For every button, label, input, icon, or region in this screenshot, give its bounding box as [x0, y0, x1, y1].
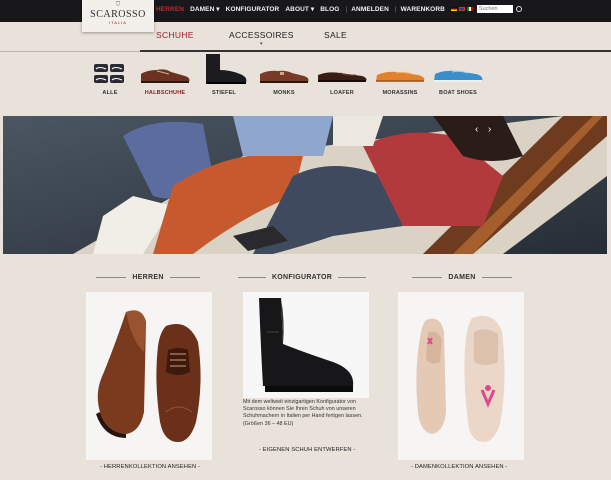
category-label: HALBSCHUHE — [144, 90, 186, 96]
topnav-konfigurator[interactable]: KONFIGURATOR — [226, 6, 280, 13]
category-label: BOAT SHOES — [439, 90, 477, 96]
category-boat-shoes[interactable]: BOAT SHOES — [428, 60, 488, 96]
top-navigation: HERREN DAMEN ▾ KONFIGURATOR ABOUT ▾ BLOG… — [156, 5, 522, 13]
oxford-shoe-icon — [141, 69, 190, 83]
category-monks[interactable]: MONKS — [254, 60, 314, 96]
category-label: LOAFER — [330, 90, 354, 96]
nav-accessoires-label: ACCESSOIRES — [229, 30, 294, 40]
boat-shoe-icon — [434, 70, 483, 82]
search-icon[interactable] — [515, 6, 522, 12]
grid-shoes-icon — [94, 64, 124, 83]
hero-next-arrow[interactable]: › — [488, 124, 491, 135]
divider: | — [394, 5, 397, 13]
section-herren: HERREN — [78, 274, 218, 281]
section-title: DAMEN — [392, 274, 532, 281]
topnav-about[interactable]: ABOUT ▾ — [285, 5, 314, 13]
section-konfigurator: KONFIGURATOR — [232, 274, 372, 281]
flag-it-icon[interactable] — [466, 7, 473, 11]
search-input[interactable] — [476, 5, 513, 13]
boot-icon — [206, 54, 247, 84]
category-label: ALLE — [102, 90, 118, 96]
shoe-categories: ALLE HALBSCHUHE STIEFEL MONKS LOAFER MOR… — [80, 54, 500, 110]
nav-schuhe[interactable]: SCHUHE — [156, 30, 194, 40]
warenkorb-link[interactable]: WARENKORB — [401, 6, 445, 13]
konfigurator-text: Mit dem weltweit einzigartigen Konfigura… — [243, 399, 363, 420]
nav-accessoires[interactable]: ACCESSOIRES ▾ — [229, 30, 294, 47]
brogue-shoes-image — [96, 310, 201, 442]
logo[interactable]: ⛉ SCAROSSO ITALIA — [82, 0, 154, 32]
moccasins-image — [416, 315, 505, 442]
konfigurator-link[interactable]: - EIGENEN SCHUH ENTWERFEN - — [259, 447, 355, 453]
category-alle[interactable]: ALLE — [80, 60, 140, 96]
chelsea-boot-image — [259, 298, 354, 392]
section-title: HERREN — [78, 274, 218, 281]
topnav-blog[interactable]: BLOG — [320, 6, 339, 13]
flag-uk-icon[interactable] — [458, 7, 465, 11]
divider: | — [345, 5, 348, 13]
category-label: MORASSINS — [382, 90, 418, 96]
herren-image[interactable] — [86, 292, 212, 460]
logo-name: SCAROSSO — [90, 9, 146, 20]
damen-collection-link[interactable]: - DAMENKOLLEKTION ANSEHEN - — [411, 464, 507, 470]
konfigurator-sizes: (Größen 36 – 48 EU) — [243, 420, 294, 427]
category-loafer[interactable]: LOAFER — [312, 60, 372, 96]
flag-de-icon[interactable] — [450, 7, 457, 11]
monk-shoe-icon — [260, 70, 309, 83]
section-title: KONFIGURATOR — [232, 274, 372, 281]
loafer-icon — [318, 72, 367, 82]
moccasin-icon — [376, 71, 425, 82]
hero-image — [3, 116, 607, 254]
hero-prev-arrow[interactable]: ‹ — [475, 124, 478, 135]
category-label: STIEFEL — [211, 90, 236, 96]
category-morassins[interactable]: MORASSINS — [370, 60, 430, 96]
logo-subtitle: ITALIA — [109, 20, 127, 25]
category-label: MONKS — [273, 90, 295, 96]
category-stiefel[interactable]: STIEFEL — [194, 54, 254, 96]
topnav-herren[interactable]: HERREN — [156, 6, 184, 13]
damen-image[interactable] — [398, 292, 524, 460]
topnav-damen[interactable]: DAMEN ▾ — [190, 5, 220, 13]
language-flags — [450, 7, 473, 11]
section-damen: DAMEN — [392, 274, 532, 281]
konfigurator-image[interactable] — [243, 292, 369, 398]
crest-icon: ⛉ — [115, 2, 121, 8]
herren-collection-link[interactable]: - HERRENKOLLEKTION ANSEHEN - — [100, 464, 200, 470]
chevron-down-icon: ▾ — [259, 41, 263, 47]
nav-sale[interactable]: SALE — [324, 30, 347, 40]
konfigurator-description: Mit dem weltweit einzigartigen Konfigura… — [243, 399, 375, 428]
category-halbschuhe[interactable]: HALBSCHUHE — [135, 60, 195, 96]
hero-banner[interactable] — [3, 116, 607, 254]
anmelden-link[interactable]: ANMELDEN — [351, 6, 389, 13]
